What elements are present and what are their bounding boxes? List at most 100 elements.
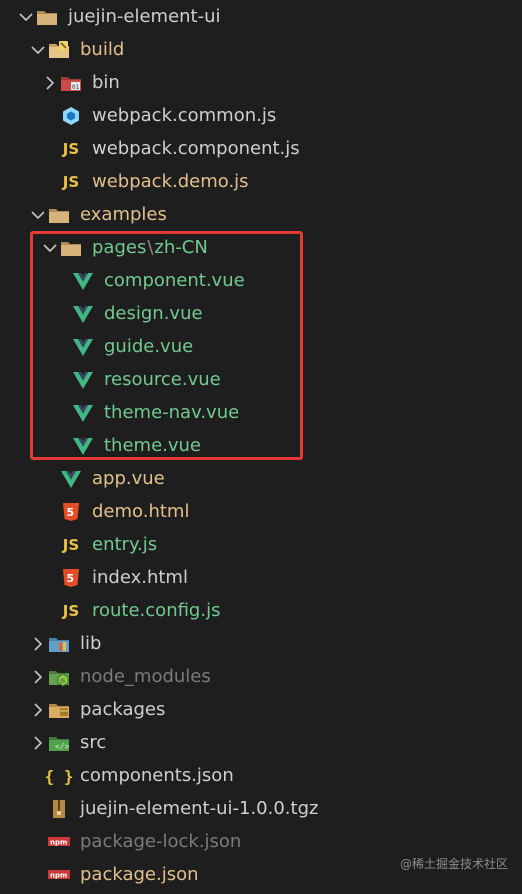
tree-item-name: index.html bbox=[92, 567, 188, 588]
vue-icon bbox=[72, 369, 94, 391]
tree-item-name: design.vue bbox=[104, 303, 203, 324]
file-row-index-html[interactable]: 5 index.html bbox=[0, 562, 522, 595]
vue-icon bbox=[72, 336, 94, 358]
chevron-right-icon[interactable] bbox=[29, 635, 47, 653]
tree-item-name-suffix: zh-CN bbox=[154, 237, 208, 258]
file-row-entry-js[interactable]: JS entry.js bbox=[0, 529, 522, 562]
folder-icon bbox=[60, 237, 82, 259]
svg-text:npm: npm bbox=[50, 872, 67, 880]
file-row-resource-vue[interactable]: resource.vue bbox=[0, 364, 522, 397]
folder-row-src[interactable]: </> src bbox=[0, 727, 522, 760]
tree-item-label: theme-nav.vue bbox=[104, 402, 239, 424]
tree-item-label: webpack.demo.js bbox=[92, 171, 249, 193]
tree-item-label: src bbox=[80, 732, 106, 754]
tree-item-label: pages\zh-CN bbox=[92, 237, 208, 259]
folder-row-node-modules[interactable]: JS node_modules bbox=[0, 661, 522, 694]
file-row-app-vue[interactable]: app.vue bbox=[0, 463, 522, 496]
watermark: @稀土掘金技术社区 bbox=[399, 857, 508, 871]
tree-item-name: package-lock.json bbox=[80, 831, 242, 852]
tree-item-name: components.json bbox=[80, 765, 234, 786]
tree-item-label: theme.vue bbox=[104, 435, 201, 457]
tree-item-label: component.vue bbox=[104, 270, 245, 292]
tree-item-name: demo.html bbox=[92, 501, 190, 522]
tree-item-label: node_modules bbox=[80, 666, 211, 688]
npm-icon: npm bbox=[48, 831, 70, 853]
tree-item-label: juejin-element-ui bbox=[68, 6, 221, 28]
folder-row-lib[interactable]: lib bbox=[0, 628, 522, 661]
file-row-webpack-component-js[interactable]: JS webpack.component.js bbox=[0, 133, 522, 166]
tree-item-name: theme.vue bbox=[104, 435, 202, 456]
html-icon: 5 bbox=[60, 567, 82, 589]
folder-bin-icon: 01 bbox=[60, 72, 82, 94]
tree-item-label: bin bbox=[92, 72, 120, 94]
tree-item-name: webpack.component.js bbox=[92, 138, 300, 159]
folder-row-bin[interactable]: 01 bin bbox=[0, 67, 522, 100]
file-row-theme-nav-vue[interactable]: theme-nav.vue bbox=[0, 397, 522, 430]
js-file-icon: JS bbox=[62, 602, 80, 620]
vue-icon bbox=[72, 402, 94, 424]
chevron-down-icon[interactable] bbox=[17, 8, 35, 26]
svg-text:</>: </> bbox=[55, 742, 70, 751]
path-separator: \ bbox=[147, 237, 154, 258]
folder-row-juejin-element-ui[interactable]: juejin-element-ui bbox=[0, 1, 522, 34]
tree-item-name: src bbox=[80, 732, 107, 753]
svg-text:01: 01 bbox=[72, 84, 80, 91]
file-row-theme-vue[interactable]: theme.vue bbox=[0, 430, 522, 463]
tree-item-label: package.json bbox=[80, 864, 199, 886]
tree-item-name: theme-nav.vue bbox=[104, 402, 240, 423]
tree-item-label: index.html bbox=[92, 567, 188, 589]
tree-item-label: lib bbox=[80, 633, 101, 655]
tree-item-name: component.vue bbox=[104, 270, 245, 291]
tree-item-name: webpack.common.js bbox=[92, 105, 277, 126]
file-row-guide-vue[interactable]: guide.vue bbox=[0, 331, 522, 364]
tree-item-label: examples bbox=[80, 204, 167, 226]
folder-lib-icon bbox=[48, 633, 70, 655]
tree-item-name: packages bbox=[80, 699, 166, 720]
tree-item-name: guide.vue bbox=[104, 336, 194, 357]
chevron-right-icon[interactable] bbox=[41, 74, 59, 92]
file-row-juejin-element-ui-1-0-0-tgz[interactable]: juejin-element-ui-1.0.0.tgz bbox=[0, 793, 522, 826]
npm-icon: npm bbox=[48, 864, 70, 886]
archive-icon bbox=[48, 798, 70, 820]
tree-item-label: guide.vue bbox=[104, 336, 193, 358]
tree-item-label: app.vue bbox=[92, 468, 165, 490]
tree-item-label: entry.js bbox=[92, 534, 157, 556]
folder-row-pages-zh-cn[interactable]: pages\zh-CN bbox=[0, 232, 522, 265]
tree-item-name: lib bbox=[80, 633, 102, 654]
chevron-down-icon[interactable] bbox=[29, 41, 47, 59]
folder-row-build[interactable]: build bbox=[0, 34, 522, 67]
tree-item-name: pages bbox=[92, 237, 147, 258]
chevron-down-icon[interactable] bbox=[29, 206, 47, 224]
tree-item-label: build bbox=[80, 39, 124, 61]
folder-icon bbox=[48, 204, 70, 226]
folder-row-examples[interactable]: examples bbox=[0, 199, 522, 232]
json-icon: { } bbox=[44, 766, 74, 786]
js-file-icon: JS bbox=[62, 140, 80, 158]
tree-item-name: package.json bbox=[80, 864, 199, 885]
svg-text:JS: JS bbox=[59, 679, 65, 685]
file-row-design-vue[interactable]: design.vue bbox=[0, 298, 522, 331]
folder-src-icon: </> bbox=[48, 732, 70, 754]
vue-icon bbox=[72, 270, 94, 292]
file-row-demo-html[interactable]: 5 demo.html bbox=[0, 496, 522, 529]
file-row-component-vue[interactable]: component.vue bbox=[0, 265, 522, 298]
chevron-down-icon[interactable] bbox=[41, 239, 59, 257]
chevron-right-icon[interactable] bbox=[29, 734, 47, 752]
js-file-icon: JS bbox=[62, 536, 80, 554]
tree-item-label: webpack.component.js bbox=[92, 138, 300, 160]
tree-item-label: juejin-element-ui-1.0.0.tgz bbox=[80, 798, 318, 820]
folder-row-packages[interactable]: packages bbox=[0, 694, 522, 727]
file-row-webpack-common-js[interactable]: webpack.common.js bbox=[0, 100, 522, 133]
file-row-route-config-js[interactable]: JS route.config.js bbox=[0, 595, 522, 628]
file-row-webpack-demo-js[interactable]: JS webpack.demo.js bbox=[0, 166, 522, 199]
chevron-right-icon[interactable] bbox=[29, 701, 47, 719]
tree-item-name: webpack.demo.js bbox=[92, 171, 249, 192]
tree-item-name: examples bbox=[80, 204, 167, 225]
file-explorer-tree: juejin-element-ui build 01 bin webpack.commo… bbox=[0, 0, 522, 894]
tree-item-label: design.vue bbox=[104, 303, 203, 325]
tree-item-label: demo.html bbox=[92, 501, 189, 523]
folder-build-icon bbox=[48, 39, 70, 61]
tree-item-label: package-lock.json bbox=[80, 831, 241, 853]
chevron-right-icon[interactable] bbox=[29, 668, 47, 686]
file-row-components-json[interactable]: { } components.json bbox=[0, 760, 522, 793]
